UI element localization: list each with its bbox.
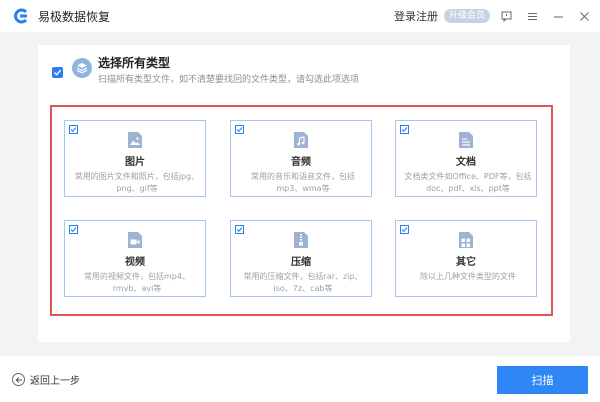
tile-name: 其它 — [456, 257, 476, 268]
close-icon[interactable] — [574, 6, 594, 26]
file-type-tile-image[interactable]: 图片 常用的图片文件和照片，包括jpg、png、gif等 — [64, 120, 206, 197]
tile-name: 图片 — [125, 157, 145, 168]
tile-checkbox[interactable] — [69, 225, 78, 234]
tile-description: 除以上几种文件类型的文件 — [420, 272, 516, 281]
minimize-icon[interactable] — [548, 6, 568, 26]
app-logo-icon — [12, 7, 30, 25]
back-arrow-icon — [12, 373, 25, 386]
file-type-grid: 图片 常用的图片文件和照片，包括jpg、png、gif等 音频 常用的音乐和语音… — [50, 105, 553, 316]
file-type-tile-audio[interactable]: 音频 常用的音乐和语音文件，包括mp3、wma等 — [230, 120, 372, 197]
layers-icon — [72, 58, 92, 78]
feedback-icon[interactable] — [496, 6, 516, 26]
tile-checkbox[interactable] — [400, 125, 409, 134]
tile-name: 压缩 — [291, 257, 311, 268]
file-type-tile-video[interactable]: 视频 常用的视频文件，包括mp4、rmvb、avi等 — [64, 220, 206, 297]
tile-description: 常用的图片文件和照片，包括jpg、png、gif等 — [74, 172, 200, 193]
title-bar: 易极数据恢复 登录注册 升级会员 — [0, 0, 600, 32]
file-type-panel: 选择所有类型 扫描所有类型文件，如不清楚要找回的文件类型，请勾选此项选项 图片 … — [38, 45, 570, 342]
file-type-tile-other[interactable]: 其它 除以上几种文件类型的文件 — [395, 220, 537, 297]
tile-description: 常用的视频文件，包括mp4、rmvb、avi等 — [84, 272, 190, 293]
app-title: 易极数据恢复 — [38, 9, 111, 24]
file-type-tile-document[interactable]: 文档 文档类文件如Office、PDF等，包括doc、pdf、xls、ppt等 — [395, 120, 537, 197]
scan-button[interactable]: 扫描 — [497, 366, 588, 394]
menu-icon[interactable] — [522, 6, 542, 26]
other-icon — [458, 231, 474, 249]
select-all-title: 选择所有类型 — [98, 56, 171, 70]
tile-name: 视频 — [125, 257, 145, 268]
login-register-link[interactable]: 登录注册 — [394, 8, 438, 24]
tile-checkbox[interactable] — [69, 125, 78, 134]
archive-icon — [293, 231, 309, 249]
tile-name: 音频 — [291, 157, 311, 168]
document-icon — [458, 131, 474, 149]
video-icon — [127, 231, 143, 249]
tile-description: 常用的音乐和语音文件，包括mp3、wma等 — [251, 172, 355, 193]
tile-description: 文档类文件如Office、PDF等，包括doc、pdf、xls、ppt等 — [404, 172, 532, 193]
tile-checkbox[interactable] — [235, 225, 244, 234]
tile-description: 常用的压缩文件，包括rar、zip、iso、7z、cab等 — [243, 272, 363, 293]
tile-checkbox[interactable] — [400, 225, 409, 234]
tile-checkbox[interactable] — [235, 125, 244, 134]
image-icon — [127, 131, 143, 149]
select-all-checkbox[interactable] — [52, 67, 63, 78]
upgrade-member-button[interactable]: 升级会员 — [443, 9, 490, 23]
tile-name: 文档 — [456, 157, 476, 168]
audio-icon — [293, 131, 309, 149]
footer-bar: 返回上一步 扫描 — [0, 356, 600, 402]
back-button[interactable]: 返回上一步 — [12, 372, 80, 387]
select-all-subtitle: 扫描所有类型文件，如不清楚要找回的文件类型，请勾选此项选项 — [98, 75, 360, 85]
back-button-label: 返回上一步 — [30, 376, 80, 387]
file-type-tile-archive[interactable]: 压缩 常用的压缩文件，包括rar、zip、iso、7z、cab等 — [230, 220, 372, 297]
